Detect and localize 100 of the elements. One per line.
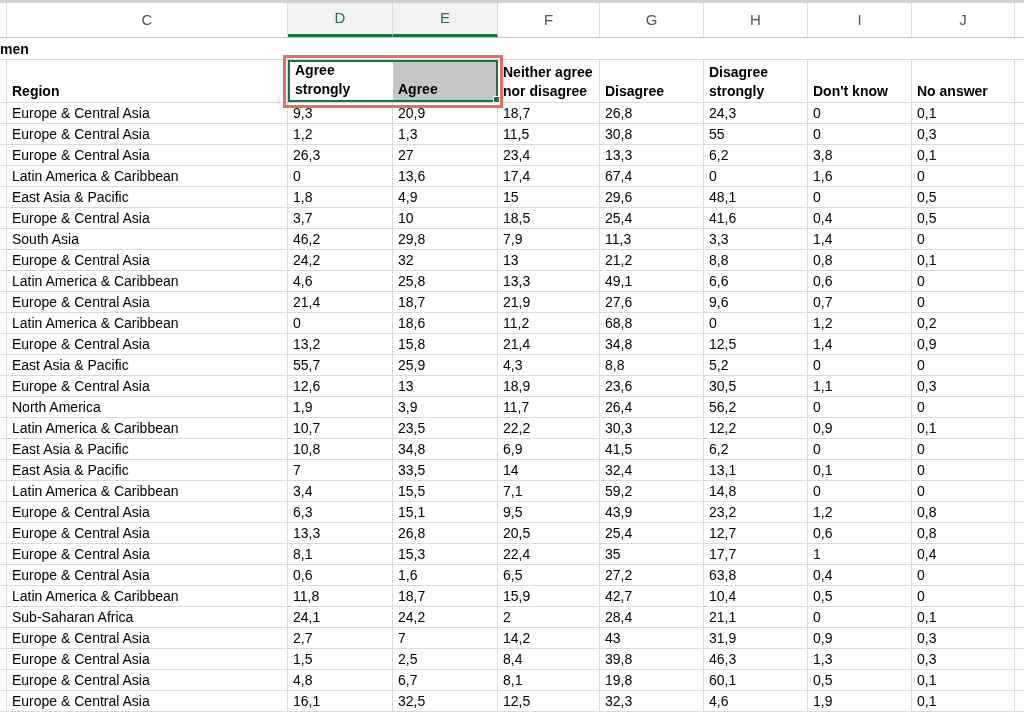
table-cell: 21,9: [498, 292, 600, 312]
header-cell[interactable]: Agree: [393, 60, 498, 102]
table-cell: 0: [288, 313, 393, 333]
table-cell: 9,5: [498, 502, 600, 522]
table-cell: 26,4: [600, 397, 704, 417]
table-cell: 20,9: [393, 103, 498, 123]
header-cell[interactable]: Don't know: [808, 60, 912, 102]
column-header[interactable]: G: [600, 3, 704, 37]
table-cell: 30,3: [600, 418, 704, 438]
table-cell: 0,8: [912, 502, 1015, 522]
table-cell: 4,6: [288, 271, 393, 291]
table-cell: 8,1: [498, 670, 600, 690]
table-cell: Europe & Central Asia: [7, 124, 288, 144]
table-cell: 6,5: [498, 565, 600, 585]
table-cell: 17,4: [498, 166, 600, 186]
table-cell: 20,5: [498, 523, 600, 543]
table-cell: 11,3: [600, 229, 704, 249]
table-cell: 34,8: [600, 334, 704, 354]
table-cell: 32,3: [600, 691, 704, 711]
table-cell: South Asia: [7, 229, 288, 249]
table-cell: 68,8: [600, 313, 704, 333]
table-cell: 0,9: [808, 418, 912, 438]
table-cell: Latin America & Caribbean: [7, 166, 288, 186]
table-cell: 29,8: [393, 229, 498, 249]
table-cell: 32,4: [600, 460, 704, 480]
column-header[interactable]: H: [704, 3, 808, 37]
table-cell: 0: [912, 460, 1015, 480]
fill-handle[interactable]: [493, 96, 500, 103]
table-cell: East Asia & Pacific: [7, 355, 288, 375]
header-cell[interactable]: Disagree: [600, 60, 704, 102]
column-header[interactable]: I: [808, 3, 912, 37]
table-cell: 22,2: [498, 418, 600, 438]
table-cell: 18,5: [498, 208, 600, 228]
table-cell: 13: [393, 376, 498, 396]
table-cell: Europe & Central Asia: [7, 208, 288, 228]
table-cell: 0: [704, 313, 808, 333]
header-cell[interactable]: Disagree strongly: [704, 60, 808, 102]
table-cell: 0,9: [912, 334, 1015, 354]
table-cell: 25,9: [393, 355, 498, 375]
table-cell: Europe & Central Asia: [7, 691, 288, 711]
table-cell: 0: [808, 607, 912, 627]
table-cell: 18,7: [393, 292, 498, 312]
table-cell: 9,3: [288, 103, 393, 123]
table-cell: 13: [498, 250, 600, 270]
table-cell: 0,1: [808, 460, 912, 480]
table-cell: 0,1: [912, 250, 1015, 270]
table-cell: 1,3: [808, 649, 912, 669]
table-cell: 1,4: [808, 334, 912, 354]
table-cell: 10,7: [288, 418, 393, 438]
table-cell: 60,1: [704, 670, 808, 690]
table-cell: 13,6: [393, 166, 498, 186]
table-cell: 0: [912, 565, 1015, 585]
table-cell: 18,7: [393, 586, 498, 606]
table-cell: 12,5: [498, 691, 600, 711]
table-cell: 18,7: [498, 103, 600, 123]
table-cell: 24,3: [704, 103, 808, 123]
table-cell: Europe & Central Asia: [7, 565, 288, 585]
table-cell: 1,2: [288, 124, 393, 144]
table-cell: 0: [808, 124, 912, 144]
table-cell: 46,3: [704, 649, 808, 669]
table-cell: 11,8: [288, 586, 393, 606]
column-header[interactable]: J: [912, 3, 1015, 37]
table-cell: 0: [912, 481, 1015, 501]
table-cell: 6,9: [498, 439, 600, 459]
header-cell[interactable]: No answer: [912, 60, 1015, 102]
column-header[interactable]: F: [498, 3, 600, 37]
table-cell: 6,3: [288, 502, 393, 522]
table-cell: 4,9: [393, 187, 498, 207]
header-cell[interactable]: Agree strongly: [288, 60, 393, 102]
table-cell: 0,1: [912, 103, 1015, 123]
table-cell: 1,6: [393, 565, 498, 585]
table-cell: East Asia & Pacific: [7, 439, 288, 459]
table-cell: 7: [393, 628, 498, 648]
table-cell: Europe & Central Asia: [7, 334, 288, 354]
table-cell: 29,6: [600, 187, 704, 207]
table-cell: 1,4: [808, 229, 912, 249]
column-header[interactable]: E: [393, 3, 498, 37]
table-cell: 7,1: [498, 481, 600, 501]
table-cell: 0,4: [912, 544, 1015, 564]
table-cell: 59,2: [600, 481, 704, 501]
table-cell: 1,1: [808, 376, 912, 396]
table-cell: 15,9: [498, 586, 600, 606]
table-cell: 1,8: [288, 187, 393, 207]
table-cell: 0,1: [912, 607, 1015, 627]
table-cell: 0: [912, 166, 1015, 186]
table-cell: 23,5: [393, 418, 498, 438]
table-cell: 1,2: [808, 313, 912, 333]
table-cell: 28,4: [600, 607, 704, 627]
table-cell: 63,8: [704, 565, 808, 585]
table-cell: 0,1: [912, 418, 1015, 438]
table-cell: North America: [7, 397, 288, 417]
column-header[interactable]: D: [288, 3, 393, 37]
table-cell: 23,2: [704, 502, 808, 522]
sheet-title: men: [0, 40, 29, 59]
table-cell: 26,8: [600, 103, 704, 123]
table-cell: 12,7: [704, 523, 808, 543]
table-cell: 12,2: [704, 418, 808, 438]
table-cell: 0,2: [912, 313, 1015, 333]
table-cell: 7,9: [498, 229, 600, 249]
table-cell: 32: [393, 250, 498, 270]
